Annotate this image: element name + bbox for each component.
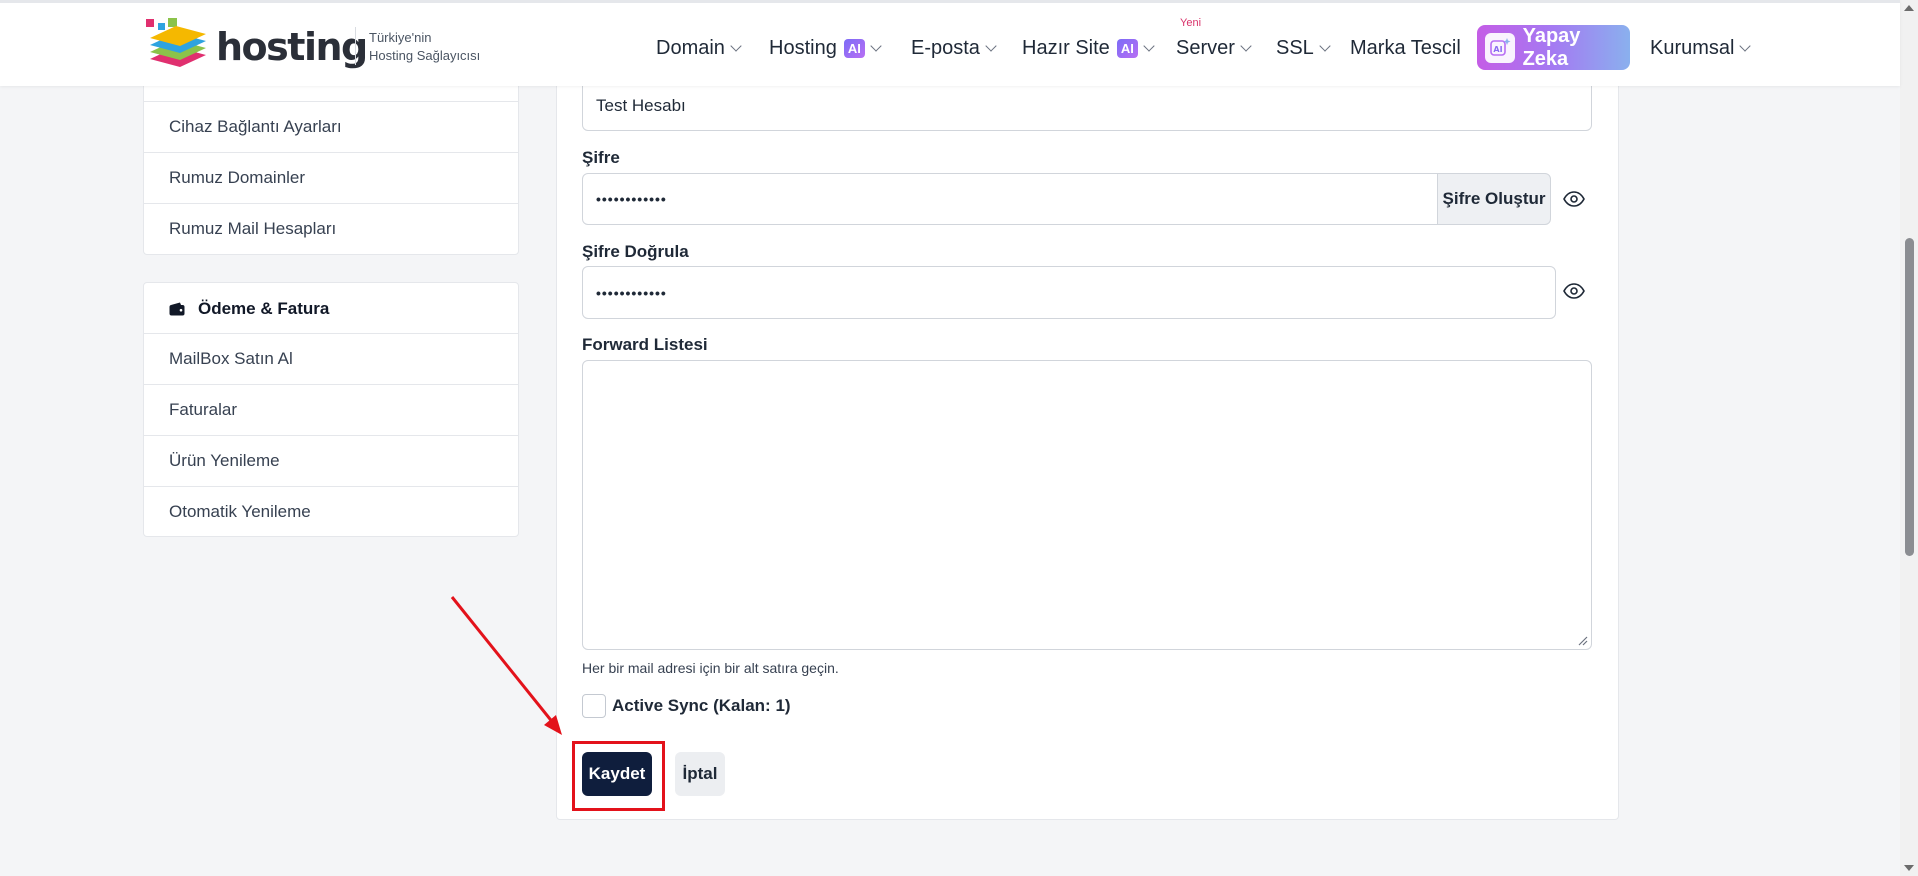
nav-marka-tescil-label: Marka Tescil (1350, 36, 1461, 59)
eye-icon[interactable] (1563, 283, 1585, 299)
forward-list-label: Forward Listesi (582, 335, 708, 354)
cancel-button-label: İptal (682, 764, 718, 783)
nav-hosting[interactable]: Hosting AI (769, 33, 882, 63)
site-header: hosting Türkiye'nin Hosting Sağlayıcısı … (0, 0, 1900, 86)
confirm-password-value: •••••••••••• (596, 284, 667, 301)
nav-kurumsal-label: Kurumsal (1650, 36, 1735, 59)
page-scrollbar[interactable] (1900, 0, 1918, 876)
nav-eposta-label: E-posta (911, 36, 980, 59)
nav-eposta[interactable]: E-posta (911, 33, 997, 63)
sidebar-item-rumuz-mail[interactable]: Rumuz Mail Hesapları (144, 203, 518, 254)
tagline-line2: Hosting Sağlayıcısı (369, 48, 481, 63)
scroll-down-icon[interactable] (1904, 865, 1914, 871)
active-sync-checkbox[interactable] (582, 694, 606, 718)
sidebar-item-label: Rumuz Domainler (169, 168, 306, 187)
confirm-password-label: Şifre Doğrula (582, 242, 689, 261)
generate-password-button[interactable]: Şifre Oluştur (1437, 173, 1551, 225)
chevron-down-icon (1739, 40, 1752, 52)
sidebar-payment-card: Ödeme & Fatura MailBox Satın Al Faturala… (143, 282, 519, 537)
confirm-password-input[interactable]: •••••••••••• (582, 266, 1556, 319)
ai-sparkle-icon: AI (1485, 32, 1515, 63)
sidebar-item-mailbox-satin-al[interactable]: MailBox Satın Al (144, 333, 518, 384)
ai-badge: AI (843, 38, 865, 58)
nav-ssl-label: SSL (1276, 36, 1314, 59)
sidebar-item-urun-yenileme[interactable]: Ürün Yenileme (144, 435, 518, 486)
annotation-highlight-box (572, 741, 665, 811)
nav-hazir-site-label: Hazır Site (1022, 36, 1110, 59)
sidebar-item-cihaz-baglanti[interactable]: Cihaz Bağlantı Ayarları (144, 101, 518, 152)
nav-server-label: Server (1176, 36, 1235, 59)
logo-stack-icon (146, 18, 206, 67)
ai-badge: AI (1116, 38, 1138, 58)
forward-list-textarea[interactable] (582, 360, 1592, 650)
sidebar-payment-title: Ödeme & Fatura (198, 298, 330, 318)
chevron-down-icon (1319, 40, 1331, 52)
password-value: •••••••••••• (596, 191, 667, 207)
nav-domain[interactable]: Domain (656, 33, 742, 63)
nav-hazir-site[interactable]: Hazır Site AI (1022, 33, 1155, 63)
sidebar-item-label: Rumuz Mail Hesapları (169, 219, 337, 238)
chevron-down-icon (1143, 40, 1155, 52)
forward-list-hint: Her bir mail adresi için bir alt satıra … (582, 660, 839, 676)
sidebar-item-label: Faturalar (169, 400, 238, 419)
annotation-arrow-icon (450, 596, 562, 735)
yapay-zeka-button[interactable]: AI Yapay Zeka (1477, 25, 1630, 70)
tagline-line1: Türkiye'nin (369, 30, 432, 45)
yapay-zeka-label: Yapay Zeka (1522, 24, 1581, 70)
logo-text: hosting (216, 25, 368, 69)
sidebar-item-rumuz-domainler[interactable]: Rumuz Domainler (144, 152, 518, 203)
sidebar-item-faturalar[interactable]: Faturalar (144, 384, 518, 435)
nav-ssl[interactable]: SSL (1276, 33, 1331, 63)
sidebar-item-label: Otomatik Yenileme (169, 502, 311, 521)
account-name-input[interactable]: Test Hesabı (582, 80, 1592, 131)
logo-divider (355, 27, 356, 65)
active-sync-label: Active Sync (Kalan: 1) (612, 696, 791, 715)
chevron-down-icon (985, 40, 997, 52)
ai-icon-text: AI (1493, 45, 1502, 54)
nav-hosting-label: Hosting (769, 36, 837, 59)
sidebar-item-label: Ürün Yenileme (169, 451, 280, 470)
new-tag: Yeni (1180, 17, 1202, 29)
scroll-up-icon[interactable] (1904, 5, 1914, 11)
logo[interactable]: hosting (146, 17, 368, 73)
chevron-down-icon (870, 40, 882, 52)
generate-password-label: Şifre Oluştur (1442, 189, 1546, 208)
sidebar-item-otomatik-yenileme[interactable]: Otomatik Yenileme (144, 486, 518, 537)
sidebar-item-label: Cihaz Bağlantı Ayarları (169, 117, 342, 136)
nav-marka-tescil[interactable]: Marka Tescil (1350, 33, 1461, 63)
tagline: Türkiye'nin Hosting Sağlayıcısı (369, 29, 480, 65)
cancel-button[interactable]: İptal (675, 752, 725, 796)
chevron-down-icon (1240, 40, 1252, 52)
resize-grip-icon[interactable] (1578, 636, 1588, 646)
password-label: Şifre (582, 148, 620, 167)
nav-domain-label: Domain (656, 36, 725, 59)
scrollbar-thumb[interactable] (1905, 238, 1914, 556)
password-input[interactable]: •••••••••••• (582, 173, 1439, 225)
nav-kurumsal[interactable]: Kurumsal (1650, 33, 1752, 63)
wallet-icon (169, 302, 185, 315)
sidebar-item-label: MailBox Satın Al (169, 349, 293, 368)
nav-server[interactable]: Server (1176, 33, 1252, 63)
chevron-down-icon (730, 40, 742, 52)
sidebar-payment-heading: Ödeme & Fatura (144, 283, 518, 334)
account-name-value: Test Hesabı (596, 95, 686, 115)
eye-icon[interactable] (1563, 191, 1585, 207)
